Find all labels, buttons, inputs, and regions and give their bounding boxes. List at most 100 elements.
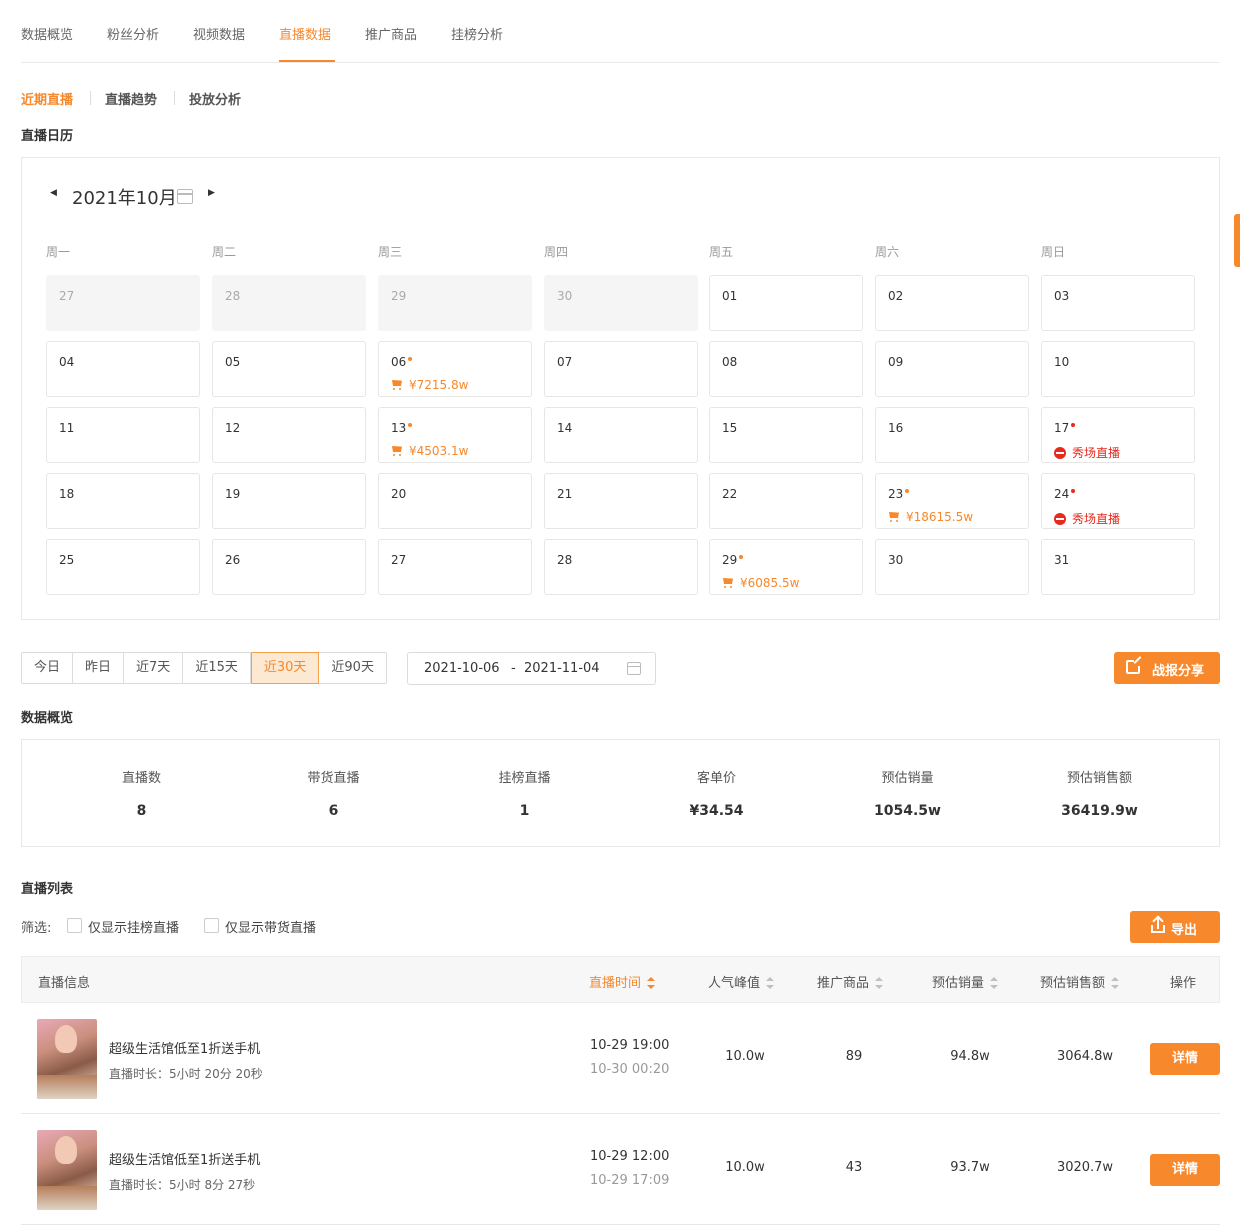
scrollbar-thumb[interactable] xyxy=(1234,214,1240,267)
calendar-day[interactable]: 25 xyxy=(46,539,200,595)
calendar-day[interactable]: 01 xyxy=(709,275,863,331)
day-number: 27 xyxy=(59,289,74,303)
day-number: 24 xyxy=(1054,487,1076,501)
day-number: 26 xyxy=(225,553,240,567)
day-number-text: 21 xyxy=(557,487,573,501)
calendar-day[interactable]: 24 秀场直播 xyxy=(1041,473,1195,529)
date-range-picker[interactable]: 2021-10-06 - 2021-11-04 xyxy=(407,652,656,685)
subtab-live-trend[interactable]: 直播趋势 xyxy=(105,89,157,108)
calendar-day[interactable]: 27 xyxy=(378,539,532,595)
calendar-day[interactable]: 23 ¥18615.5w xyxy=(875,473,1029,529)
calendar-icon[interactable] xyxy=(177,189,193,204)
calendar-day[interactable]: 29 ¥6085.5w xyxy=(709,539,863,595)
day-number-text: 13 xyxy=(391,421,407,435)
calendar-day[interactable]: 04 xyxy=(46,341,200,397)
calendar-day[interactable]: 28 xyxy=(212,275,366,331)
calendar-day[interactable]: 11 xyxy=(46,407,200,463)
col-sales[interactable]: 预估销量 xyxy=(932,972,999,991)
tab-products[interactable]: 推广商品 xyxy=(365,24,417,43)
calendar-day[interactable]: 10 xyxy=(1041,341,1195,397)
calendar-day[interactable]: 06 ¥7215.8w xyxy=(378,341,532,397)
calendar-day[interactable]: 16 xyxy=(875,407,1029,463)
col-popularity[interactable]: 人气峰值 xyxy=(708,972,775,991)
live-duration: 直播时长：5小时 8分 27秒 xyxy=(109,1178,256,1192)
col-revenue[interactable]: 预估销售额 xyxy=(1040,972,1120,991)
calendar-day[interactable]: 28 xyxy=(544,539,698,595)
calendar-day[interactable]: 08 xyxy=(709,341,863,397)
calendar-day[interactable]: 05 xyxy=(212,341,366,397)
calendar-day[interactable]: 30 xyxy=(875,539,1029,595)
subtab-divider xyxy=(90,91,91,105)
calendar-day[interactable]: 21 xyxy=(544,473,698,529)
detail-button[interactable]: 详情 xyxy=(1150,1043,1220,1075)
table-header: 直播信息 直播时间 人气峰值 推广商品 预估销量 预估销售额 操作 xyxy=(21,956,1220,1003)
filter-sales-label[interactable]: 仅显示带货直播 xyxy=(225,917,316,936)
calendar-day[interactable]: 13 ¥4503.1w xyxy=(378,407,532,463)
upload-arrow-icon xyxy=(1157,918,1159,929)
live-title[interactable]: 超级生活馆低至1折送手机 xyxy=(109,1038,260,1057)
range-7d[interactable]: 近7天 xyxy=(124,653,184,683)
calendar-day[interactable]: 03 xyxy=(1041,275,1195,331)
date-end: 2021-11-04 xyxy=(524,661,600,676)
subtab-recent-live[interactable]: 近期直播 xyxy=(21,89,73,108)
overview-panel: 直播数 8 带货直播 6 挂榜直播 1 客单价 ¥34.54 预估销量 1054… xyxy=(21,739,1220,847)
tab-overview[interactable]: 数据概览 xyxy=(21,24,73,43)
tab-video[interactable]: 视频数据 xyxy=(193,24,245,43)
range-yesterday[interactable]: 昨日 xyxy=(73,653,125,683)
calendar-day[interactable]: 31 xyxy=(1041,539,1195,595)
calendar-day[interactable]: 19 xyxy=(212,473,366,529)
tab-fans[interactable]: 粉丝分析 xyxy=(107,24,159,43)
day-number-text: 12 xyxy=(225,421,241,435)
weekday-label: 周三 xyxy=(378,245,403,259)
day-number-text: 10 xyxy=(1054,355,1070,369)
col-products[interactable]: 推广商品 xyxy=(817,972,884,991)
filter-ranking-checkbox[interactable] xyxy=(67,918,82,933)
calendar-day[interactable]: 14 xyxy=(544,407,698,463)
calendar-day[interactable]: 27 xyxy=(46,275,200,331)
range-30d[interactable]: 近30天 xyxy=(250,652,320,684)
live-title[interactable]: 超级生活馆低至1折送手机 xyxy=(109,1149,260,1168)
detail-button[interactable]: 详情 xyxy=(1150,1154,1220,1186)
col-time[interactable]: 直播时间 xyxy=(589,972,656,991)
calendar-day[interactable]: 15 xyxy=(709,407,863,463)
export-button[interactable]: 导出 xyxy=(1130,911,1220,943)
calendar-day[interactable]: 29 xyxy=(378,275,532,331)
day-number: 29 xyxy=(722,553,744,567)
day-number: 16 xyxy=(888,421,903,435)
calendar-day[interactable]: 09 xyxy=(875,341,1029,397)
filter-ranking-label[interactable]: 仅显示挂榜直播 xyxy=(88,917,179,936)
filter-sales-checkbox[interactable] xyxy=(204,918,219,933)
calendar-day[interactable]: 20 xyxy=(378,473,532,529)
day-number-text: 24 xyxy=(1054,487,1070,501)
calendar-day[interactable]: 30 xyxy=(544,275,698,331)
sales-value: 93.7w xyxy=(950,1160,990,1175)
calendar-day[interactable]: 12 xyxy=(212,407,366,463)
calendar-day[interactable]: 22 xyxy=(709,473,863,529)
popularity-value: 10.0w xyxy=(725,1049,765,1064)
calendar-day[interactable]: 07 xyxy=(544,341,698,397)
day-extra-text: 秀场直播 xyxy=(1072,512,1121,526)
calendar-day[interactable]: 26 xyxy=(212,539,366,595)
live-cover-image[interactable] xyxy=(37,1019,97,1099)
table-row: 超级生活馆低至1折送手机 直播时长：5小时 20分 20秒 10-29 19:0… xyxy=(21,1003,1220,1114)
calendar-month[interactable]: 2021年10月 xyxy=(72,184,177,210)
live-cover-image[interactable] xyxy=(37,1130,97,1210)
range-15d[interactable]: 近15天 xyxy=(183,653,251,683)
sort-icon xyxy=(647,977,656,989)
prev-month-icon[interactable]: ◀ xyxy=(50,188,57,198)
next-month-icon[interactable]: ▶ xyxy=(208,188,215,198)
range-today[interactable]: 今日 xyxy=(22,653,74,683)
tab-live[interactable]: 直播数据 xyxy=(279,24,331,43)
day-number-text: 02 xyxy=(888,289,904,303)
stat-value: 8 xyxy=(136,803,147,819)
range-90d[interactable]: 近90天 xyxy=(319,653,386,683)
subtab-ad-analysis[interactable]: 投放分析 xyxy=(189,89,241,108)
share-report-button[interactable]: 战报分享 xyxy=(1114,652,1220,684)
tab-ranking[interactable]: 挂榜分析 xyxy=(451,24,503,43)
calendar-day[interactable]: 17 秀场直播 xyxy=(1041,407,1195,463)
active-tab-underline xyxy=(279,60,335,62)
weekday-label: 周日 xyxy=(1041,245,1066,259)
day-number-text: 25 xyxy=(59,553,75,567)
calendar-day[interactable]: 02 xyxy=(875,275,1029,331)
calendar-day[interactable]: 18 xyxy=(46,473,200,529)
